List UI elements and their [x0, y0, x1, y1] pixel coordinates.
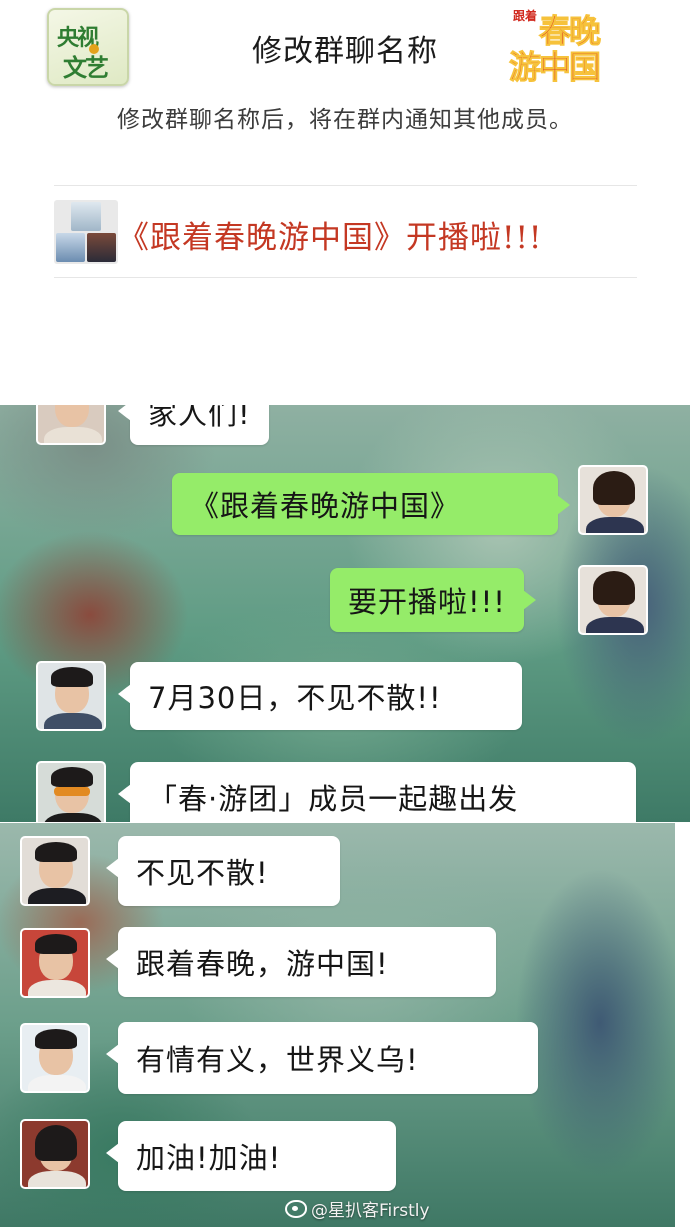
chat-bubble: 加油!加油! — [106, 1121, 396, 1191]
weibo-icon — [285, 1199, 307, 1218]
chat-bubble: 有情有义，世界义乌! — [106, 1022, 538, 1094]
show-logo-line2: 游中国 — [508, 48, 601, 87]
member-avatar[interactable] — [20, 836, 90, 906]
chat-bubble-self: 要开播啦!!! — [330, 568, 536, 632]
member-avatar[interactable] — [20, 1119, 90, 1189]
group-avatar-tile — [71, 202, 101, 231]
show-logo: 跟着 春晚 游中国 — [505, 4, 655, 87]
member-avatar[interactable] — [36, 661, 106, 731]
host-avatar[interactable] — [578, 565, 648, 635]
chat-bubble: 「春·游团」成员一起趣出发 — [118, 762, 636, 822]
group-avatar[interactable] — [54, 200, 118, 264]
watermark-text: @星扒客Firstly — [311, 1201, 430, 1221]
chat-screenshot-top: 家人们! 《跟着春晚游中国》 要开播啦!!! 7月30日，不见不散!! 「春·游… — [0, 405, 690, 822]
member-avatar[interactable] — [20, 928, 90, 998]
rename-group-panel: 央视 文艺 修改群聊名称 跟着 春晚 游中国 修改群聊名称后，将在群内通知其他成… — [0, 0, 690, 405]
watermark: @星扒客Firstly — [285, 1196, 430, 1221]
page-margin — [675, 823, 690, 1227]
sunglasses — [54, 787, 90, 796]
chat-bubble: 家人们! — [118, 405, 269, 445]
member-avatar[interactable] — [20, 1023, 90, 1093]
divider — [54, 185, 637, 186]
chat-bubble: 7月30日，不见不散!! — [118, 662, 522, 730]
host-avatar[interactable] — [578, 465, 648, 535]
rename-notice: 修改群聊名称后，将在群内通知其他成员。 — [117, 107, 573, 133]
chat-bubble: 跟着春晚，游中国! — [106, 927, 496, 997]
chat-screenshot-bottom: 不见不散! 跟着春晚，游中国! 有情有义，世界义乌! 加油!加油! — [0, 823, 675, 1227]
show-logo-tag: 跟着 — [513, 9, 538, 23]
group-name-input[interactable]: 《跟着春晚游中国》开播啦!!! — [118, 212, 542, 257]
member-avatar[interactable] — [36, 405, 106, 445]
chat-bubble-self: 《跟着春晚游中国》 — [172, 473, 570, 535]
group-avatar-tile — [87, 233, 116, 262]
group-avatar-tile — [56, 233, 85, 262]
member-avatar[interactable] — [36, 761, 106, 822]
divider — [54, 277, 637, 278]
chat-bubble: 不见不散! — [106, 836, 340, 906]
